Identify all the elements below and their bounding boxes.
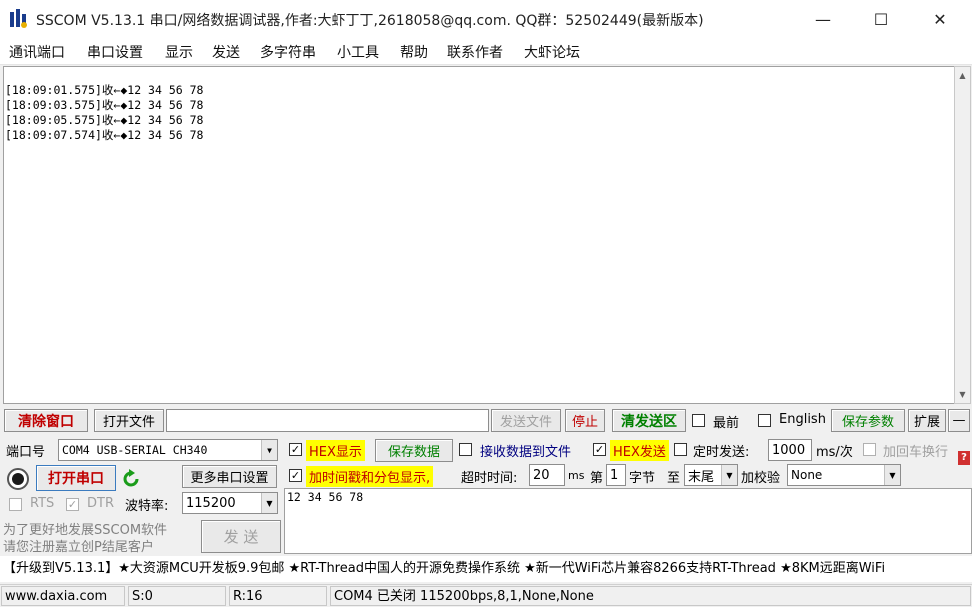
menu-help[interactable]: 帮助 <box>400 42 428 62</box>
menu-display[interactable]: 显示 <box>165 42 193 62</box>
close-button[interactable]: ✕ <box>917 0 963 38</box>
close-icon: ✕ <box>933 9 947 29</box>
minimize-icon: — <box>815 9 831 29</box>
help-icon[interactable]: ? <box>958 451 970 465</box>
receive-line: [18:09:07.574]收←◆12 34 56 78 <box>5 128 204 142</box>
rts-label: RTS <box>30 496 55 511</box>
receive-line: [18:09:01.575]收←◆12 34 56 78 <box>5 83 204 97</box>
checksum-value: None <box>791 468 823 482</box>
end-value: 末尾 <box>688 469 715 485</box>
menu-forum[interactable]: 大虾论坛 <box>524 42 580 62</box>
file-path-input[interactable] <box>166 409 489 432</box>
refresh-icon[interactable] <box>120 468 142 490</box>
receive-line: [18:09:03.575]收←◆12 34 56 78 <box>5 98 204 112</box>
dtr-label: DTR <box>87 496 114 511</box>
baud-value: 115200 <box>186 495 236 511</box>
save-params-button[interactable]: 保存参数 <box>831 409 905 432</box>
save-data-button[interactable]: 保存数据 <box>375 439 453 462</box>
send-content: 12 34 56 78 <box>287 490 364 504</box>
chevron-down-icon: ▼ <box>261 440 277 460</box>
interval-input[interactable]: 1000 <box>768 439 812 461</box>
send-file-button[interactable]: 发送文件 <box>491 409 561 432</box>
open-file-button[interactable]: 打开文件 <box>94 409 164 432</box>
news-ticker[interactable]: 【升级到V5.13.1】★大资源MCU开发板9.9包邮 ★RT-Thread中国… <box>0 556 972 582</box>
chevron-down-icon: ▼ <box>721 465 737 485</box>
byte-unit-label: 字节 <box>629 471 656 486</box>
hex-display-label: HEX显示 <box>306 440 365 461</box>
send-button[interactable]: 发 送 <box>201 520 281 553</box>
send-input[interactable] <box>284 488 972 554</box>
timestamp-label: 加时间戳和分包显示, <box>306 466 434 487</box>
more-port-settings-button[interactable]: 更多串口设置 <box>182 465 277 488</box>
port-label: 端口号 <box>6 445 46 460</box>
port-status-icon <box>7 468 29 490</box>
clear-send-button[interactable]: 清发送区 <box>612 409 686 432</box>
end-select[interactable]: 末尾 ▼ <box>684 464 738 486</box>
status-sent-count: S:0 <box>128 586 226 606</box>
interval-unit: ms/次 <box>816 445 853 460</box>
stop-button[interactable]: 停止 <box>565 409 605 432</box>
baud-select[interactable]: 115200 ▼ <box>182 492 278 514</box>
minimize-button[interactable]: — <box>800 0 846 38</box>
menu-contact-author[interactable]: 联系作者 <box>447 42 503 62</box>
hex-send-label: HEX发送 <box>610 440 669 461</box>
menu-tools[interactable]: 小工具 <box>337 42 379 62</box>
topmost-checkbox[interactable] <box>692 414 705 427</box>
receive-line: [18:09:05.575]收←◆12 34 56 78 <box>5 113 204 127</box>
scroll-up-icon[interactable]: ▲ <box>955 67 970 84</box>
rts-checkbox[interactable] <box>9 498 22 511</box>
byte-nth-label: 第 <box>590 471 604 486</box>
clear-window-button[interactable]: 清除窗口 <box>4 409 88 432</box>
menu-send[interactable]: 发送 <box>212 42 240 62</box>
menu-serial-settings[interactable]: 串口设置 <box>87 42 143 62</box>
timestamp-checkbox[interactable]: ✓ <box>289 469 302 482</box>
timed-send-label: 定时发送: <box>693 445 750 460</box>
to-label: 至 <box>667 471 681 486</box>
baud-label: 波特率: <box>125 499 169 514</box>
open-port-button[interactable]: 打开串口 <box>36 465 116 491</box>
timeout-input[interactable]: 20 <box>529 464 565 486</box>
promo-line-2: 请您注册嘉立创P结尾客户 <box>3 540 154 555</box>
scroll-down-icon[interactable]: ▼ <box>955 386 970 403</box>
byte-index-input[interactable]: 1 <box>606 464 626 486</box>
timed-send-checkbox[interactable] <box>674 443 687 456</box>
status-website[interactable]: www.daxia.com <box>1 586 125 606</box>
menu-comm-port[interactable]: 通讯端口 <box>9 42 65 62</box>
hex-send-checkbox[interactable]: ✓ <box>593 443 606 456</box>
maximize-button[interactable]: ☐ <box>858 0 904 38</box>
english-label: English <box>779 412 826 427</box>
expand-button[interactable]: 扩展 <box>908 409 946 432</box>
maximize-icon: ☐ <box>873 9 889 29</box>
collapse-button[interactable]: — <box>948 409 970 432</box>
app-logo-icon <box>10 9 27 28</box>
dtr-checkbox[interactable]: ✓ <box>66 498 79 511</box>
append-newline-checkbox[interactable] <box>863 443 876 456</box>
checksum-label: 加校验 <box>741 471 781 486</box>
receive-scrollbar[interactable]: ▲ ▼ <box>954 66 971 404</box>
port-select[interactable]: COM4 USB-SERIAL CH340 ▼ <box>58 439 278 461</box>
hex-display-checkbox[interactable]: ✓ <box>289 443 302 456</box>
topmost-label: 最前 <box>713 416 740 431</box>
english-checkbox[interactable] <box>758 414 771 427</box>
checksum-select[interactable]: None ▼ <box>787 464 901 486</box>
recv-to-file-label: 接收数据到文件 <box>480 445 572 460</box>
recv-to-file-checkbox[interactable] <box>459 443 472 456</box>
chevron-down-icon: ▼ <box>884 465 900 485</box>
status-port-state: COM4 已关闭 115200bps,8,1,None,None <box>330 586 971 606</box>
append-newline-label: 加回车换行 <box>883 445 949 460</box>
menu-multi-string[interactable]: 多字符串 <box>260 42 316 62</box>
timeout-unit: ms <box>568 469 585 482</box>
window-title: SSCOM V5.13.1 串口/网络数据调试器,作者:大虾丁丁,2618058… <box>36 13 704 29</box>
port-value: COM4 USB-SERIAL CH340 <box>62 443 208 457</box>
timeout-label: 超时时间: <box>461 471 518 486</box>
status-received-count: R:16 <box>229 586 327 606</box>
chevron-down-icon: ▼ <box>261 493 277 513</box>
